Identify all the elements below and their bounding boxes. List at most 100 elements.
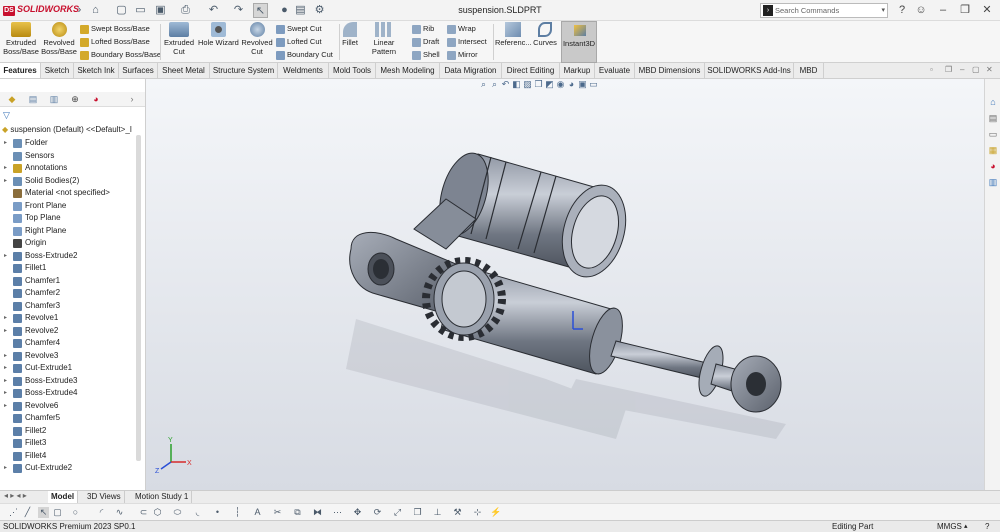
instant3d-button[interactable]: Instant3D xyxy=(561,21,597,63)
lofted-boss-button[interactable]: Lofted Boss/Base xyxy=(80,36,150,48)
text-icon[interactable]: A xyxy=(252,507,263,518)
display-manager-icon[interactable]: ◕ xyxy=(88,93,104,106)
user-icon[interactable]: ☺ xyxy=(914,3,928,17)
quick-snaps-icon[interactable]: ⊹ xyxy=(472,507,483,518)
point-icon[interactable]: • xyxy=(212,507,223,518)
print-icon[interactable]: ⎙ xyxy=(178,3,193,18)
expand-icon[interactable]: ▸ xyxy=(4,375,7,388)
minimize-icon[interactable]: – xyxy=(936,3,950,17)
tab-mesh-modeling[interactable]: Mesh Modeling xyxy=(376,63,440,78)
trim-icon[interactable]: ✂ xyxy=(272,507,283,518)
close-doc-icon[interactable]: ✕ xyxy=(986,65,993,74)
tab-surfaces[interactable]: Surfaces xyxy=(119,63,158,78)
scale-icon[interactable]: ⤢ xyxy=(392,507,403,518)
status-units[interactable]: MMGS xyxy=(937,521,962,532)
curves-button[interactable]: Curves xyxy=(532,22,558,47)
tab-weldments[interactable]: Weldments xyxy=(278,63,329,78)
extruded-cut-button[interactable]: Extruded Cut xyxy=(162,22,196,56)
lofted-cut-button[interactable]: Lofted Cut xyxy=(276,36,322,48)
revolved-cut-button[interactable]: Revolved Cut xyxy=(240,22,274,56)
revolved-boss-button[interactable]: Revolved Boss/Base xyxy=(41,22,77,56)
tree-item[interactable]: Right Plane xyxy=(0,225,138,238)
ellipse-icon[interactable]: ⬭ xyxy=(172,507,183,518)
tab-mbd[interactable]: MBD xyxy=(794,63,824,78)
tree-item[interactable]: Fillet3 xyxy=(0,437,138,450)
select-arrow-icon[interactable]: ↖ xyxy=(253,3,268,18)
open-folder-icon[interactable]: ▭ xyxy=(133,3,148,18)
tree-scrollbar[interactable] xyxy=(136,135,141,461)
tree-item[interactable]: Chamfer3 xyxy=(0,300,138,313)
tab-markup[interactable]: Markup xyxy=(560,63,595,78)
search-commands-field[interactable]: › Search Commands ▾ xyxy=(760,3,888,18)
boundary-cut-button[interactable]: Boundary Cut xyxy=(276,49,333,61)
tree-item[interactable]: Sensors xyxy=(0,150,138,163)
expand-icon[interactable]: ▸ xyxy=(4,462,7,475)
appearances-icon[interactable]: ◕ xyxy=(987,160,999,172)
expand-icon[interactable]: ▸ xyxy=(4,137,7,150)
tree-item[interactable]: Origin xyxy=(0,237,138,250)
custom-properties-icon[interactable]: ▥ xyxy=(987,176,999,188)
rebuild-icon[interactable]: ▤ xyxy=(293,3,308,18)
save-icon[interactable]: ▣ xyxy=(153,3,168,18)
linear-pattern-button[interactable]: Linear Pattern xyxy=(361,22,407,56)
restore-tabs-icon[interactable]: ❐ xyxy=(945,65,952,74)
status-units-arrow-icon[interactable]: ▴ xyxy=(964,521,968,532)
tree-item[interactable]: ▸ Folder xyxy=(0,137,138,150)
tab-3d-views[interactable]: 3D Views xyxy=(84,491,125,503)
mirror-button[interactable]: Mirror xyxy=(447,49,478,61)
undo-icon[interactable]: ↶ xyxy=(206,3,221,18)
expand-icon[interactable]: ▸ xyxy=(4,250,7,263)
panel-expand-icon[interactable]: › xyxy=(124,93,140,106)
redo-icon[interactable]: ↷ xyxy=(231,3,246,18)
linear-pattern-sketch-icon[interactable]: ⋯ xyxy=(332,507,343,518)
move-icon[interactable]: ✥ xyxy=(352,507,363,518)
shell-button[interactable]: Shell xyxy=(412,49,440,61)
spline-icon[interactable]: ∿ xyxy=(114,507,125,518)
tab-sketch-ink[interactable]: Sketch Ink xyxy=(74,63,119,78)
swept-cut-button[interactable]: Swept Cut xyxy=(276,23,322,35)
tree-item[interactable]: Fillet2 xyxy=(0,425,138,438)
tree-item[interactable]: ▸ Cut-Extrude1 xyxy=(0,362,138,375)
property-manager-icon[interactable]: ▤ xyxy=(25,93,41,106)
tree-item[interactable]: ▸ Revolve3 xyxy=(0,350,138,363)
draft-button[interactable]: Draft xyxy=(412,36,439,48)
tab-data-migration[interactable]: Data Migration xyxy=(440,63,502,78)
traffic-light-icon[interactable]: ● xyxy=(277,3,292,18)
relations-icon[interactable]: ⊥ xyxy=(432,507,443,518)
expand-icon[interactable]: ▸ xyxy=(4,400,7,413)
tab-features[interactable]: Features xyxy=(0,63,41,78)
close-icon[interactable]: ✕ xyxy=(980,3,994,17)
tree-item[interactable]: Front Plane xyxy=(0,200,138,213)
boundary-boss-button[interactable]: Boundary Boss/Base xyxy=(80,49,161,61)
tree-item[interactable]: Chamfer4 xyxy=(0,337,138,350)
tab-sheet-metal[interactable]: Sheet Metal xyxy=(158,63,210,78)
tree-item[interactable]: Chamfer5 xyxy=(0,412,138,425)
repair-icon[interactable]: ⚒ xyxy=(452,507,463,518)
configuration-manager-icon[interactable]: ▥ xyxy=(46,93,62,106)
hole-wizard-button[interactable]: Hole Wizard xyxy=(198,22,239,47)
mirror-sketch-icon[interactable]: ⧓ xyxy=(312,507,323,518)
solidworks-logo[interactable]: DS SOLIDWORKS xyxy=(3,4,79,16)
tab-sketch[interactable]: Sketch xyxy=(41,63,74,78)
centerline-icon[interactable]: ┆ xyxy=(232,507,243,518)
search-dropdown-icon[interactable]: ▾ xyxy=(881,4,885,17)
tree-item[interactable]: ▸ Boss-Extrude3 xyxy=(0,375,138,388)
polygon-icon[interactable]: ⬡ xyxy=(152,507,163,518)
intersect-button[interactable]: Intersect xyxy=(447,36,487,48)
new-document-icon[interactable]: ▢ xyxy=(114,3,129,18)
dimxpert-manager-icon[interactable]: ⊕ xyxy=(67,93,83,106)
tree-item[interactable]: ▸ Revolve1 xyxy=(0,312,138,325)
tree-item[interactable]: ▸ Revolve2 xyxy=(0,325,138,338)
reference-triad[interactable]: Y X Z xyxy=(155,437,192,475)
help-icon[interactable]: ? xyxy=(895,3,909,17)
tab-direct-editing[interactable]: Direct Editing xyxy=(502,63,560,78)
expand-icon[interactable]: ▸ xyxy=(4,362,7,375)
tree-item[interactable]: ▸ Revolve6 xyxy=(0,400,138,413)
maximize-doc-icon[interactable]: ▢ xyxy=(972,65,980,74)
tree-item[interactable]: ▸ Solid Bodies(2) xyxy=(0,175,138,188)
expand-icon[interactable]: ▸ xyxy=(4,312,7,325)
expand-icon[interactable]: ▸ xyxy=(4,350,7,363)
tree-item[interactable]: Fillet1 xyxy=(0,262,138,275)
wrap-button[interactable]: Wrap xyxy=(447,23,476,35)
minimize-doc-icon[interactable]: – xyxy=(960,65,964,74)
